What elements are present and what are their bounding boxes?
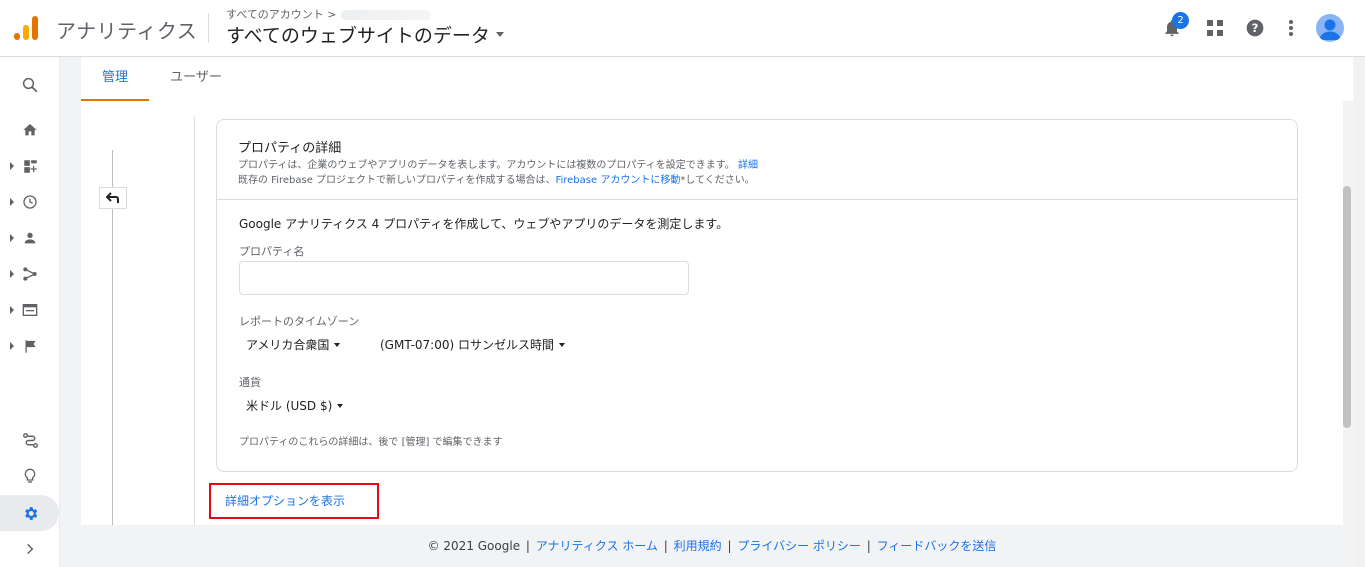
tab-user[interactable]: ユーザー — [161, 57, 231, 101]
card-title: プロパティの詳細 — [238, 141, 342, 156]
dashboard-icon — [23, 159, 37, 173]
account-avatar[interactable] — [1316, 14, 1344, 42]
nav-customization[interactable] — [0, 151, 60, 181]
property-name-label: プロパティ名 — [239, 245, 305, 258]
home-icon — [23, 124, 37, 136]
caret-down-icon — [495, 32, 504, 37]
expand-arrow-icon — [10, 342, 14, 350]
header-divider — [208, 13, 209, 43]
tab-bar: 管理 ユーザー — [81, 57, 1353, 101]
back-arrow-icon — [106, 192, 119, 203]
footer-separator: | — [727, 539, 732, 553]
desc2-pre: 既存の Firebase プロジェクトで新しいプロパティを作成する場合は、 — [238, 175, 556, 186]
help-button[interactable]: ? — [1241, 14, 1269, 42]
timezone-select[interactable]: (GMT-07:00) ロサンゼルス時間 — [380, 336, 565, 353]
tab-admin[interactable]: 管理 — [81, 57, 149, 101]
country-value: アメリカ合衆国 — [246, 338, 330, 352]
column-divider — [194, 116, 195, 526]
expand-arrow-icon — [10, 306, 14, 314]
behavior-icon — [22, 304, 38, 316]
apps-button[interactable] — [1201, 14, 1229, 42]
footer-link-terms[interactable]: 利用規約 — [674, 539, 722, 553]
nav-expand[interactable] — [0, 534, 60, 564]
view-selector[interactable]: すべてのウェブサイトのデータ — [226, 21, 504, 48]
desc1-text: プロパティは、企業のウェブやアプリのデータを表します。アカウントには複数のプロパ… — [238, 160, 735, 171]
clock-icon — [23, 195, 37, 209]
acquisition-icon — [23, 267, 37, 281]
nav-attribution[interactable] — [0, 425, 60, 455]
nav-audience[interactable] — [0, 223, 60, 253]
expand-arrow-icon — [10, 198, 14, 206]
footer-link-analytics-home[interactable]: アナリティクス ホーム — [536, 539, 658, 553]
card-intro: Google アナリティクス 4 プロパティを作成して、ウェブやアプリのデータを… — [239, 217, 729, 231]
footer-copyright: © 2021 Google — [427, 539, 521, 553]
view-title: すべてのウェブサイトのデータ — [226, 25, 490, 47]
country-select[interactable]: アメリカ合衆国 — [246, 336, 341, 353]
footer-separator: | — [663, 539, 668, 553]
more-vert-icon — [1289, 20, 1293, 36]
page-footer: © 2021 Google | アナリティクス ホーム | 利用規約 | プライ… — [81, 525, 1343, 567]
currency-label: 通貨 — [239, 376, 261, 389]
help-icon: ? — [1246, 19, 1264, 37]
nav-admin[interactable] — [0, 498, 60, 528]
chevron-right-icon — [27, 543, 34, 555]
property-details-card: プロパティの詳細 プロパティは、企業のウェブやアプリのデータを表します。アカウン… — [216, 119, 1298, 472]
gear-icon — [24, 506, 37, 520]
currency-select[interactable]: 米ドル (USD $) — [246, 397, 344, 414]
product-name: アナリティクス — [56, 19, 198, 43]
nav-home[interactable] — [0, 115, 60, 145]
left-navigation — [0, 57, 60, 567]
card-header: プロパティの詳細 プロパティは、企業のウェブやアプリのデータを表します。アカウン… — [217, 120, 1297, 200]
caret-down-icon — [558, 342, 565, 347]
currency-value: 米ドル (USD $) — [246, 399, 333, 413]
nav-discover[interactable] — [0, 461, 60, 491]
nav-behavior[interactable] — [0, 295, 60, 325]
nav-search[interactable] — [0, 70, 60, 100]
search-icon — [22, 77, 38, 93]
expand-arrow-icon — [10, 234, 14, 242]
apps-grid-icon — [1207, 20, 1223, 36]
edit-later-hint: プロパティのこれらの詳細は、後で [管理] で編集できます — [239, 437, 503, 448]
person-icon — [24, 232, 36, 244]
content-scrollbar-thumb[interactable] — [1343, 186, 1351, 428]
footer-separator: | — [866, 539, 871, 553]
caret-down-icon — [334, 342, 341, 347]
more-options-button[interactable] — [1277, 14, 1305, 42]
expand-arrow-icon — [10, 270, 14, 278]
nav-conversions[interactable] — [0, 331, 60, 361]
footer-link-privacy[interactable]: プライバシー ポリシー — [737, 539, 861, 553]
timezone-label: レポートのタイムゾーン — [239, 315, 360, 328]
notification-badge: 2 — [1172, 12, 1189, 29]
timezone-value: (GMT-07:00) ロサンゼルス時間 — [380, 338, 554, 352]
lightbulb-icon — [24, 468, 36, 483]
nav-acquisition[interactable] — [0, 259, 60, 289]
card-description-2: 既存の Firebase プロジェクトで新しいプロパティを作成する場合は、Fir… — [238, 171, 755, 186]
footer-link-feedback[interactable]: フィードバックを送信 — [877, 539, 997, 553]
app-header: アナリティクス すべてのアカウント > すべてのウェブサイトのデータ 2 ? — [0, 0, 1365, 57]
property-name-input[interactable] — [239, 261, 689, 295]
svg-text:?: ? — [1252, 21, 1259, 35]
learn-more-link[interactable]: 詳細 — [738, 160, 758, 171]
redacted-account-name — [340, 10, 431, 20]
show-advanced-options-link[interactable]: 詳細オプションを表示 — [209, 483, 379, 519]
card-description-1: プロパティは、企業のウェブやアプリのデータを表します。アカウントには複数のプロパ… — [238, 156, 758, 171]
firebase-account-link[interactable]: Firebase アカウントに移動 — [555, 175, 680, 186]
analytics-logo-icon[interactable] — [13, 15, 39, 41]
user-avatar-icon — [1319, 19, 1341, 40]
desc2-post: *してください。 — [680, 175, 755, 186]
page-scrollbar-track[interactable] — [1355, 57, 1365, 567]
notifications-button[interactable]: 2 — [1158, 12, 1189, 42]
back-button[interactable] — [99, 187, 127, 209]
route-icon — [22, 432, 38, 448]
footer-separator: | — [525, 539, 530, 553]
flag-icon — [25, 339, 35, 353]
caret-down-icon — [337, 403, 344, 408]
expand-arrow-icon — [10, 162, 14, 170]
nav-realtime[interactable] — [0, 187, 60, 217]
account-crumb-text: すべてのアカウント > — [226, 8, 337, 21]
account-breadcrumb[interactable]: すべてのアカウント > — [226, 6, 431, 22]
